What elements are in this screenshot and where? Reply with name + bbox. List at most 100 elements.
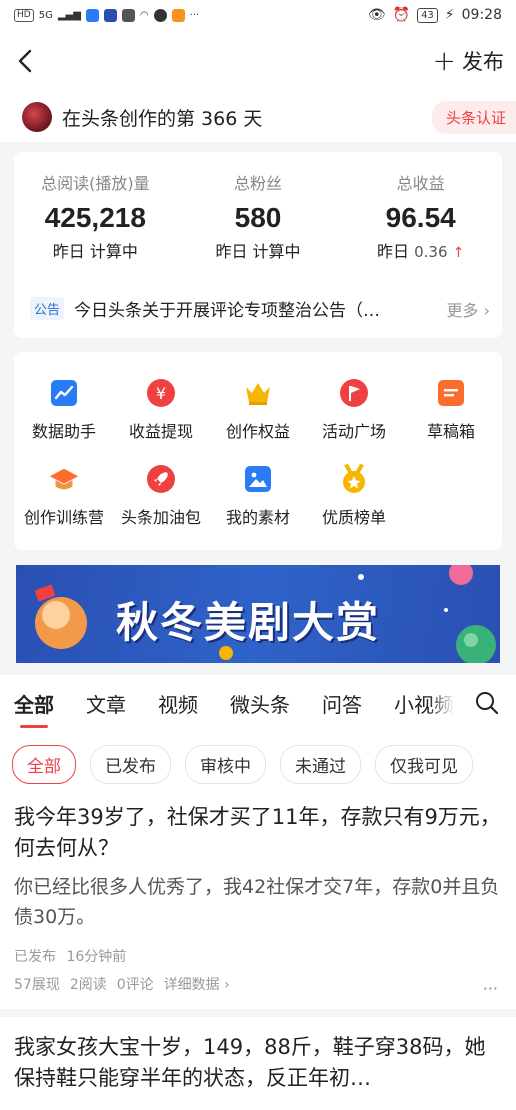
tool-creator-rights[interactable]: 创作权益 <box>203 378 313 442</box>
avatar[interactable] <box>22 102 52 132</box>
article-reads: 2阅读 <box>69 977 107 993</box>
notice-bar[interactable]: 公告 今日头条关于开展评论专项整治公告（… 更多 › <box>30 296 490 321</box>
tool-data-assistant[interactable]: 数据助手 <box>9 378 119 442</box>
tab-qa[interactable]: 问答 <box>322 689 362 718</box>
tool-label: 活动广场 <box>321 422 386 441</box>
article-detail-link[interactable]: 详细数据 › <box>164 974 230 994</box>
promo-banner[interactable]: 秋冬美剧大赏 <box>16 565 500 663</box>
back-icon[interactable] <box>12 47 40 75</box>
image-icon <box>243 464 273 494</box>
stat-sub: 昨日 计算中 <box>215 242 301 261</box>
tab-videos[interactable]: 视频 <box>158 689 198 718</box>
divider <box>0 1009 516 1017</box>
status-bar: HD 5G ▂▄▆ ◠ ··· 👁 ⏰ 43 ⚡ 09:28 <box>0 0 516 30</box>
article-detail-label: 详细数据 <box>163 977 220 993</box>
svg-text:¥: ¥ <box>156 384 166 403</box>
tool-label: 创作训练营 <box>23 508 104 527</box>
stat-reads[interactable]: 总阅读(播放)量 425,218 昨日 计算中 <box>14 170 177 262</box>
alarm-icon: ⏰ <box>392 7 411 23</box>
stat-fans[interactable]: 总粉丝 580 昨日 计算中 <box>177 170 340 262</box>
tool-label: 数据助手 <box>31 422 96 441</box>
stat-income[interactable]: 总收益 96.54 昨日 0.36 ↑ <box>339 170 502 262</box>
tab-micro-posts[interactable]: 微头条 <box>230 689 290 718</box>
tool-label: 头条加油包 <box>120 508 201 527</box>
clock-time: 09:28 <box>461 7 502 23</box>
stat-sub: 昨日 计算中 <box>52 242 138 261</box>
stat-sub-value: 0.36 <box>414 243 448 261</box>
tool-activity-plaza[interactable]: 活动广场 <box>299 378 409 442</box>
graduation-cap-icon <box>49 464 79 494</box>
plus-icon: + <box>432 44 456 77</box>
signal-icon: ▂▄▆ <box>57 9 81 21</box>
stat-value: 96.54 <box>385 202 456 233</box>
battery-icon: 43 <box>417 7 438 23</box>
arrow-up-icon: ↑ <box>452 245 465 261</box>
notice-more-link[interactable]: 更多 › <box>446 297 490 321</box>
status-filters: 全部 已发布 审核中 未通过 仅我可见 <box>0 731 516 784</box>
filter-rejected[interactable]: 未通过 <box>280 745 361 784</box>
creator-row: 在头条创作的第 366 天 头条认证 <box>0 92 516 142</box>
article-time: 16分钟前 <box>66 949 127 965</box>
article-comments: 0评论 <box>116 977 154 993</box>
filter-reviewing[interactable]: 审核中 <box>185 745 266 784</box>
article-status: 已发布 16分钟前 <box>14 946 502 966</box>
tool-income-withdraw[interactable]: ¥ 收益提现 <box>106 378 216 442</box>
tool-label: 我的素材 <box>225 508 290 527</box>
stat-label: 总收益 <box>396 174 445 193</box>
notice-tag: 公告 <box>30 297 65 320</box>
tool-boost-pack[interactable]: 头条加油包 <box>106 464 216 528</box>
stat-label: 总阅读(播放)量 <box>41 174 150 193</box>
flag-icon <box>339 378 369 408</box>
article-views: 57展现 <box>14 977 60 993</box>
eye-icon: 👁 <box>367 7 386 23</box>
medal-icon <box>339 464 369 494</box>
content-tabs: 全部 文章 视频 微头条 问答 小视频 <box>0 675 516 731</box>
wifi-icon: ◠ <box>139 9 149 21</box>
notice-more-label: 更多 <box>446 300 479 320</box>
tool-label: 创作权益 <box>225 422 290 441</box>
tool-label: 优质榜单 <box>321 508 386 527</box>
stats-row: 总阅读(播放)量 425,218 昨日 计算中 总粉丝 580 昨日 计算中 总… <box>14 152 502 262</box>
chevron-right-icon: › <box>483 300 490 320</box>
article-title: 我家女孩大宝十岁，149，88斤，鞋子穿38码，她保持鞋只能穿半年的状态，反正年… <box>14 1035 486 1090</box>
charging-icon: ⚡ <box>444 7 455 23</box>
tab-all[interactable]: 全部 <box>14 689 54 728</box>
tab-short-videos[interactable]: 小视频 <box>394 689 454 718</box>
tool-draft-box[interactable]: 草稿箱 <box>396 378 506 442</box>
filter-private[interactable]: 仅我可见 <box>375 745 473 784</box>
more-options-icon[interactable]: ··· <box>483 979 498 998</box>
header: + 发布 <box>0 30 516 92</box>
tool-training-camp[interactable]: 创作训练营 <box>9 464 119 528</box>
stat-value: 425,218 <box>44 202 146 233</box>
tool-my-materials[interactable]: 我的素材 <box>203 464 313 528</box>
creator-days-text: 在头条创作的第 366 天 <box>62 107 263 130</box>
chart-icon <box>49 378 79 408</box>
network-badge: 5G <box>38 9 53 21</box>
tab-articles[interactable]: 文章 <box>86 689 126 718</box>
tool-quality-ranking[interactable]: 优质榜单 <box>299 464 409 528</box>
article-title: 我今年39岁了，社保才买了11年，存款只有9万元，何去何从？ <box>14 805 501 860</box>
stat-value: 580 <box>234 202 282 233</box>
app-notification-icon <box>85 8 99 22</box>
yen-icon: ¥ <box>146 378 176 408</box>
tools-card: 数据助手 ¥ 收益提现 创作权益 活动广场 草稿箱 创作训练营 头条加油包 我的… <box>14 352 502 550</box>
chevron-right-icon: › <box>224 977 230 993</box>
tool-label: 草稿箱 <box>426 422 475 441</box>
stat-label: 总粉丝 <box>234 174 283 193</box>
crown-icon <box>243 378 273 408</box>
notice-text: 今日头条关于开展评论专项整治公告（… <box>74 301 381 321</box>
article-summary: 你已经比很多人优秀了，我42社保才交7年，存款0并且负债30万。 <box>14 876 500 928</box>
certify-badge[interactable]: 头条认证 <box>431 100 516 134</box>
publish-button[interactable]: + 发布 <box>433 46 504 76</box>
publish-label: 发布 <box>462 50 504 74</box>
stat-sub-prefix: 昨日 <box>377 242 410 261</box>
list-item[interactable]: 我今年39岁了，社保才买了11年，存款只有9万元，何去何从？ 你已经比很多人优秀… <box>14 802 502 998</box>
filter-all[interactable]: 全部 <box>12 745 76 784</box>
stats-card: 总阅读(播放)量 425,218 昨日 计算中 总粉丝 580 昨日 计算中 总… <box>14 152 502 338</box>
search-icon[interactable] <box>474 690 500 716</box>
list-item[interactable]: 我家女孩大宝十岁，149，88斤，鞋子穿38码，她保持鞋只能穿半年的状态，反正年… <box>14 1032 502 1094</box>
article-stats: 57展现 2阅读 0评论 详细数据 › <box>14 974 502 994</box>
more-notifications-icon: ··· <box>189 9 200 21</box>
draft-icon <box>436 378 466 408</box>
filter-published[interactable]: 已发布 <box>90 745 171 784</box>
